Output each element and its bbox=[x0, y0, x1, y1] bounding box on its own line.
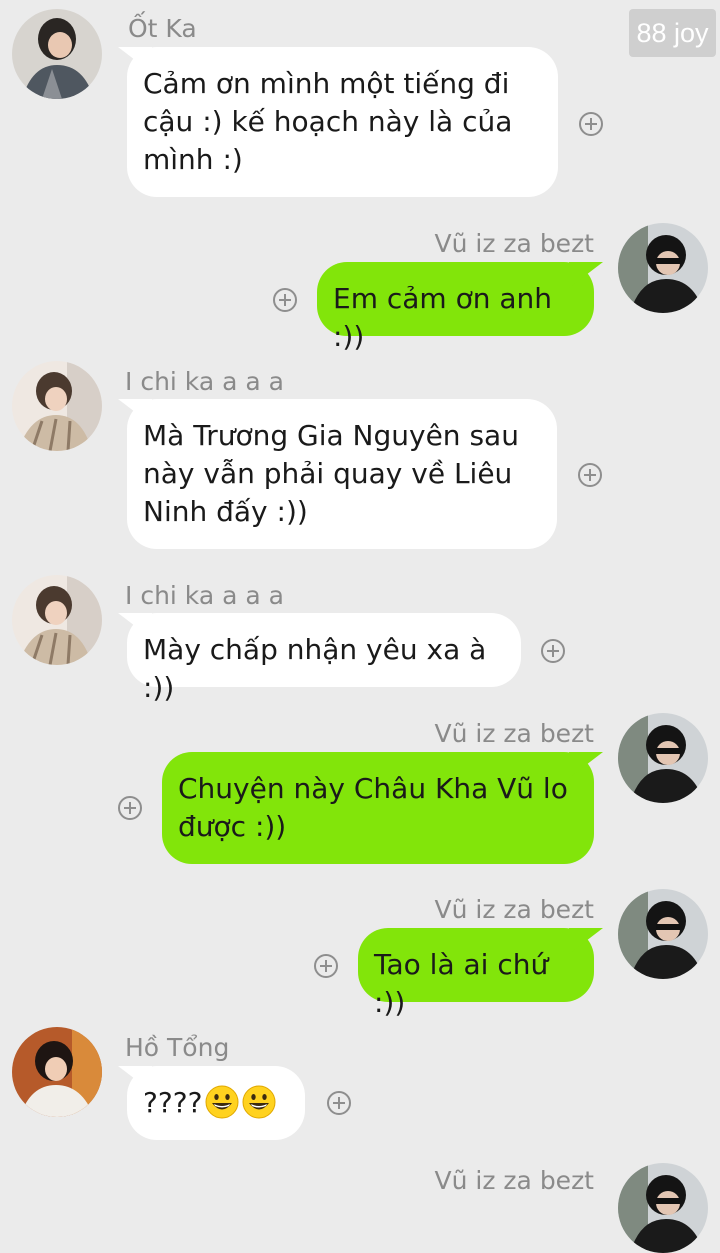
avatar-ho-tong[interactable] bbox=[12, 1027, 102, 1117]
avatar-ot-ka[interactable] bbox=[12, 9, 102, 99]
avatar-vu-iz-za-bezt[interactable] bbox=[618, 713, 708, 803]
message-text: Mà Trương Gia Nguyên sau này vẫn phải qu… bbox=[143, 419, 519, 528]
grinning-face-icon bbox=[242, 1085, 276, 1119]
avatar-i-chi-ka[interactable] bbox=[12, 361, 102, 451]
message-text-value: ???? bbox=[143, 1086, 203, 1119]
sender-name: Vũ iz za bezt bbox=[434, 229, 594, 258]
add-reaction-icon[interactable] bbox=[273, 288, 297, 312]
avatar-vu-iz-za-bezt[interactable] bbox=[618, 223, 708, 313]
sender-name: Hồ Tổng bbox=[125, 1033, 230, 1062]
message-text: Mày chấp nhận yêu xa à :)) bbox=[143, 633, 487, 704]
message-text: Tao là ai chứ :)) bbox=[374, 948, 549, 1019]
message-text: Chuyện này Châu Kha Vũ lo được :)) bbox=[178, 772, 568, 843]
avatar-i-chi-ka[interactable] bbox=[12, 575, 102, 665]
add-reaction-icon[interactable] bbox=[578, 463, 602, 487]
avatar-vu-iz-za-bezt[interactable] bbox=[618, 889, 708, 979]
add-reaction-icon[interactable] bbox=[327, 1091, 351, 1115]
message-text: Em cảm ơn anh :)) bbox=[333, 282, 553, 353]
message-bubble[interactable]: ???? bbox=[127, 1066, 305, 1140]
sender-name: I chi ka a a a bbox=[125, 367, 284, 396]
sender-name: Vũ iz za bezt bbox=[434, 719, 594, 748]
sender-name: Ốt Ka bbox=[128, 14, 197, 43]
watermark-badge: 88 joy bbox=[629, 9, 716, 57]
sender-name: Vũ iz za bezt bbox=[434, 1166, 594, 1195]
grinning-face-icon bbox=[205, 1085, 239, 1119]
add-reaction-icon[interactable] bbox=[579, 112, 603, 136]
add-reaction-icon[interactable] bbox=[314, 954, 338, 978]
add-reaction-icon[interactable] bbox=[541, 639, 565, 663]
message-text: ???? bbox=[143, 1084, 283, 1122]
sender-name: Vũ iz za bezt bbox=[434, 895, 594, 924]
message-bubble[interactable]: Chuyện này Châu Kha Vũ lo được :)) bbox=[162, 752, 594, 864]
add-reaction-icon[interactable] bbox=[118, 796, 142, 820]
avatar-vu-iz-za-bezt[interactable] bbox=[618, 1163, 708, 1253]
sender-name: I chi ka a a a bbox=[125, 581, 284, 610]
message-bubble[interactable]: Tao là ai chứ :)) bbox=[358, 928, 594, 1019]
message-bubble[interactable]: Mà Trương Gia Nguyên sau này vẫn phải qu… bbox=[127, 399, 557, 549]
message-text: Cảm ơn mình một tiếng đi cậu :) kế hoạch… bbox=[143, 67, 513, 176]
message-bubble[interactable]: Mày chấp nhận yêu xa à :)) bbox=[127, 613, 521, 704]
message-bubble[interactable]: Em cảm ơn anh :)) bbox=[317, 262, 594, 353]
message-bubble[interactable]: Cảm ơn mình một tiếng đi cậu :) kế hoạch… bbox=[127, 47, 558, 197]
